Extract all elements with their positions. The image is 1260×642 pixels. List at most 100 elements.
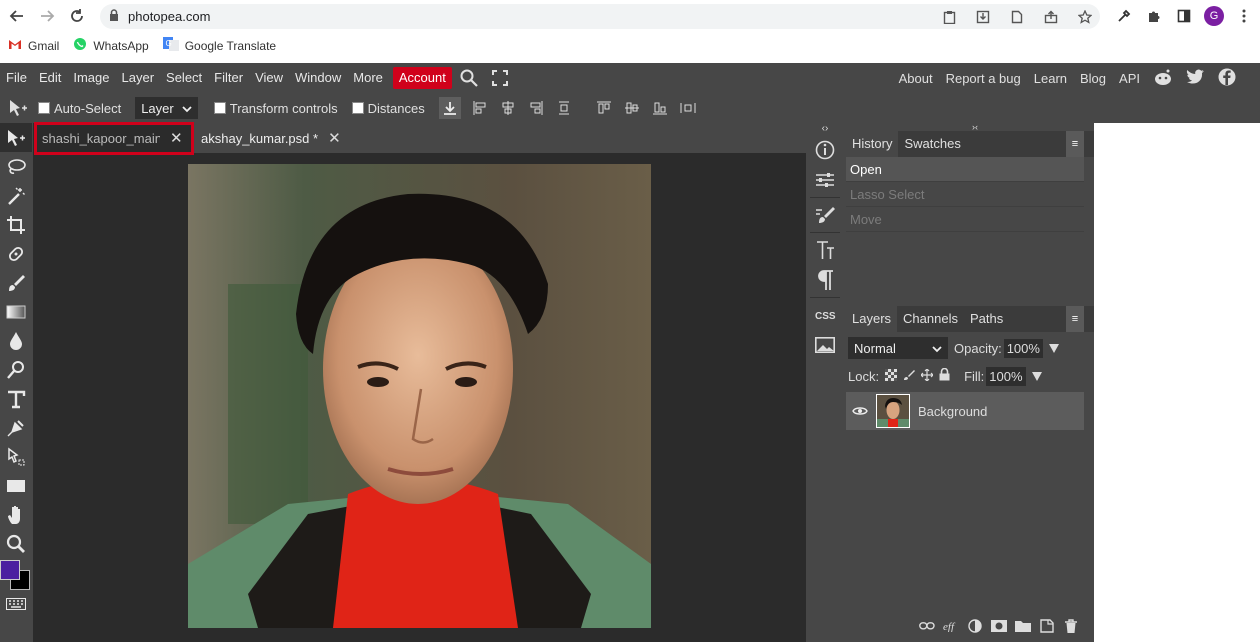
opacity-dropdown-icon[interactable] (1048, 341, 1059, 356)
healing-brush-tool-icon[interactable] (0, 239, 32, 268)
tab-channels[interactable]: Channels (897, 306, 964, 332)
new-layer-icon[interactable] (1038, 617, 1056, 635)
bookmark-gmail[interactable]: Gmail (8, 37, 59, 54)
lock-all-icon[interactable] (939, 367, 950, 384)
fill-input[interactable]: 100% (986, 366, 1026, 386)
crop-tool-icon[interactable] (0, 210, 32, 239)
history-item-lasso-select[interactable]: Lasso Select (846, 182, 1084, 207)
canvas-image[interactable] (188, 164, 651, 628)
menu-view[interactable]: View (249, 67, 289, 89)
adjustment-layer-icon[interactable] (966, 617, 984, 635)
menu-account[interactable]: Account (392, 67, 452, 89)
panel-collapse-icon[interactable]: ›‹ (846, 123, 1094, 132)
history-item-open[interactable]: Open (846, 157, 1084, 182)
profile-avatar[interactable]: G (1202, 5, 1226, 27)
menu-select[interactable]: Select (160, 67, 208, 89)
share-icon[interactable] (1036, 8, 1066, 26)
more-vertical-icon[interactable] (1232, 5, 1256, 27)
tab-akshay-kumar[interactable]: akshay_kumar.psd * ✕ (194, 123, 344, 153)
tab-layers[interactable]: Layers (846, 306, 898, 332)
history-item-move[interactable]: Move (846, 207, 1084, 232)
lock-paint-icon[interactable] (903, 369, 916, 384)
collapse-arrows-icon[interactable]: ‹› (806, 123, 844, 135)
gradient-tool-icon[interactable] (0, 297, 32, 326)
magic-wand-tool-icon[interactable] (0, 181, 32, 210)
link-layers-icon[interactable] (918, 617, 936, 635)
delete-layer-icon[interactable] (1062, 617, 1080, 635)
hand-tool-icon[interactable] (0, 500, 32, 529)
info-icon[interactable] (806, 135, 844, 165)
menu-file[interactable]: File (0, 67, 33, 89)
lock-position-icon[interactable] (920, 368, 934, 384)
reddit-icon[interactable] (1153, 68, 1173, 89)
layer-row-background[interactable]: Background (846, 392, 1084, 430)
lock-transparency-icon[interactable] (885, 368, 898, 384)
clipboard-icon[interactable] (934, 8, 964, 26)
fullscreen-icon[interactable] (491, 70, 508, 86)
menu-window[interactable]: Window (289, 67, 347, 89)
zoom-tool-icon[interactable] (0, 529, 32, 558)
url-text[interactable]: photopea.com (128, 9, 210, 24)
align-right-icon[interactable] (525, 98, 547, 118)
install-icon[interactable] (968, 8, 998, 26)
link-learn[interactable]: Learn (1034, 71, 1067, 86)
bookmark-google-translate[interactable]: G Google Translate (162, 37, 276, 54)
align-left-icon[interactable] (469, 98, 491, 118)
link-api[interactable]: API (1119, 71, 1140, 86)
brush-settings-icon[interactable] (806, 200, 844, 230)
back-arrow-icon[interactable] (6, 5, 28, 27)
link-report-bug[interactable]: Report a bug (946, 71, 1021, 86)
brush-tool-icon[interactable] (0, 268, 32, 297)
panel-menu-icon[interactable]: ≡ (1066, 306, 1084, 332)
character-icon[interactable] (806, 235, 844, 265)
dodge-tool-icon[interactable] (0, 355, 32, 384)
twitter-icon[interactable] (1186, 69, 1205, 88)
document-icon[interactable] (1002, 8, 1032, 26)
layer-mask-icon[interactable] (990, 617, 1008, 635)
link-blog[interactable]: Blog (1080, 71, 1106, 86)
align-middle-v-icon[interactable] (621, 98, 643, 118)
eyedropper-extension-icon[interactable] (1112, 5, 1136, 27)
move-tool-icon[interactable] (0, 123, 32, 152)
auto-select-checkbox[interactable]: Auto-Select (38, 101, 121, 116)
address-bar[interactable]: photopea.com (100, 4, 1100, 29)
distances-checkbox[interactable]: Distances (351, 101, 425, 116)
layer-effects-icon[interactable]: eff (942, 617, 960, 635)
blur-tool-icon[interactable] (0, 326, 32, 355)
align-center-h-icon[interactable] (497, 98, 519, 118)
tab-paths[interactable]: Paths (964, 306, 1009, 332)
download-icon[interactable] (438, 97, 461, 119)
eye-visibility-icon[interactable] (852, 404, 868, 419)
align-bottom-icon[interactable] (649, 98, 671, 118)
type-tool-icon[interactable] (0, 384, 32, 413)
foreground-color-swatch[interactable] (0, 560, 20, 580)
pen-tool-icon[interactable] (0, 413, 32, 442)
link-about[interactable]: About (899, 71, 933, 86)
forward-arrow-icon[interactable] (36, 5, 58, 27)
paragraph-icon[interactable] (806, 265, 844, 295)
menu-edit[interactable]: Edit (33, 67, 67, 89)
distribute-v-icon[interactable] (553, 98, 575, 118)
adjustments-icon[interactable] (806, 165, 844, 195)
facebook-icon[interactable] (1218, 68, 1236, 89)
close-tab-icon[interactable]: ✕ (328, 129, 341, 147)
side-panel-icon[interactable] (1172, 5, 1196, 27)
menu-image[interactable]: Image (67, 67, 115, 89)
extensions-puzzle-icon[interactable] (1142, 5, 1166, 27)
bookmark-whatsapp[interactable]: WhatsApp (73, 37, 149, 54)
transform-controls-checkbox[interactable]: Transform controls (213, 101, 338, 116)
keyboard-icon[interactable] (0, 592, 32, 616)
auto-select-target-dropdown[interactable]: Layer (135, 97, 198, 119)
distribute-h-icon[interactable] (677, 98, 699, 118)
fill-dropdown-icon[interactable] (1031, 369, 1042, 384)
tab-history[interactable]: History (846, 131, 899, 157)
menu-more[interactable]: More (347, 67, 389, 89)
lasso-tool-icon[interactable] (0, 152, 32, 181)
opacity-input[interactable]: 100% (1003, 338, 1043, 358)
tab-swatches[interactable]: Swatches (898, 131, 966, 157)
rectangle-tool-icon[interactable] (0, 471, 32, 500)
color-swatches[interactable] (0, 558, 32, 592)
align-top-icon[interactable] (593, 98, 615, 118)
panel-menu-icon[interactable]: ≡ (1066, 131, 1084, 157)
image-icon[interactable] (806, 330, 844, 360)
